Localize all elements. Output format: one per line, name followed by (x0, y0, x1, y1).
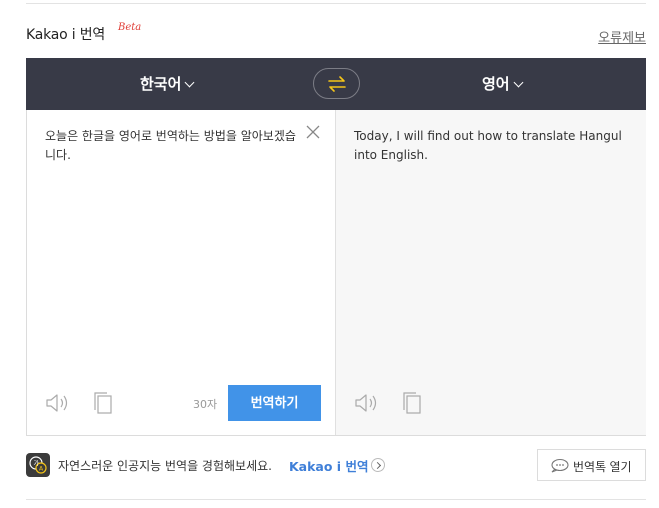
speaker-icon[interactable] (45, 392, 71, 414)
target-panel: Today, I will find out how to translate … (336, 110, 646, 435)
brand-title: Kakao i 번역 (26, 27, 106, 43)
copy-icon[interactable] (93, 392, 113, 414)
chat-bubble-icon (551, 458, 569, 473)
language-bar: 한국어 영어 (26, 58, 646, 110)
chevron-down-icon (184, 77, 195, 88)
open-translate-chat-button[interactable]: 번역톡 열기 (537, 449, 646, 481)
copy-icon[interactable] (402, 392, 422, 414)
character-count: 30자 (193, 398, 218, 411)
swap-languages-button[interactable] (313, 68, 360, 99)
top-divider (26, 3, 646, 4)
speaker-icon[interactable] (354, 392, 380, 414)
promo-link[interactable]: Kakao i 번역 (289, 456, 368, 475)
source-language-select[interactable]: 한국어 (140, 58, 195, 110)
promo-text: 자연스러운 인공지능 번역을 경험해보세요. (58, 459, 272, 473)
source-language-label: 한국어 (140, 75, 182, 93)
target-language-select[interactable]: 영어 (482, 58, 524, 110)
chevron-down-icon (513, 77, 524, 88)
translate-bubble-icon: 가 A (29, 456, 47, 474)
translation-panels: 오늘은 한글을 영어로 번역하는 방법을 알아보겠습니다. 30자 번역하기 T… (26, 110, 646, 436)
open-chat-label: 번역톡 열기 (573, 460, 632, 474)
report-error-link[interactable]: 오류제보 (598, 27, 646, 46)
target-language-label: 영어 (482, 75, 510, 93)
bottom-divider (26, 499, 646, 500)
source-text-input[interactable]: 오늘은 한글을 영어로 번역하는 방법을 알아보겠습니다. (45, 127, 300, 165)
translated-text: Today, I will find out how to translate … (354, 129, 622, 162)
swap-arrows-icon (328, 76, 346, 92)
translate-button[interactable]: 번역하기 (228, 385, 321, 421)
page-header: Kakao i 번역 Beta 오류제보 (26, 22, 646, 46)
source-panel: 오늘은 한글을 영어로 번역하는 방법을 알아보겠습니다. 30자 번역하기 (27, 110, 336, 435)
chevron-right-icon[interactable] (371, 458, 385, 472)
translate-app-icon: 가 A (26, 453, 50, 477)
close-icon[interactable] (305, 124, 321, 140)
beta-badge: Beta (118, 22, 142, 33)
